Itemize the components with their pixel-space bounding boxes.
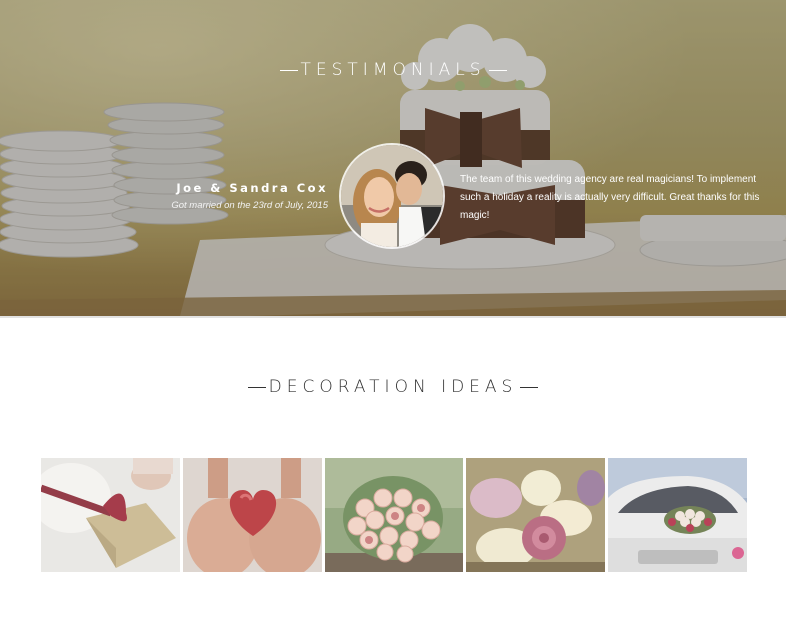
section-divider [0, 316, 786, 318]
couple-avatar [339, 143, 445, 249]
gallery-item-heart-in-hands[interactable] [182, 458, 322, 572]
testimonials-title: TESTIMONIALS [300, 60, 486, 80]
decoration-gallery [41, 458, 747, 572]
title-dash-left [279, 69, 298, 71]
testimonials-heading: TESTIMONIALS [0, 60, 786, 80]
testimonial-author: Joe & Sandra Cox Got married on the 23rd… [171, 181, 328, 211]
couple-photo [341, 145, 443, 247]
author-subtitle: Got married on the 23rd of July, 2015 [171, 200, 328, 211]
gallery-item-rose-bouquet[interactable] [324, 458, 464, 572]
gallery-item-wedding-limousine[interactable] [608, 458, 747, 572]
gallery-item-rose-lily-flowers[interactable] [466, 458, 606, 572]
title-dash-left [247, 386, 266, 388]
decoration-title: DECORATION IDEAS [268, 377, 518, 397]
decoration-heading: DECORATION IDEAS [0, 377, 786, 397]
testimonial-quote: The team of this wedding agency are real… [460, 174, 760, 221]
gallery-item-ribbon-card[interactable] [41, 458, 180, 572]
title-dash-right [520, 386, 539, 388]
author-name: Joe & Sandra Cox [176, 181, 328, 195]
title-dash-right [488, 69, 507, 71]
testimonials-section: TESTIMONIALS Joe & Sandra Cox Got marrie… [0, 0, 786, 316]
